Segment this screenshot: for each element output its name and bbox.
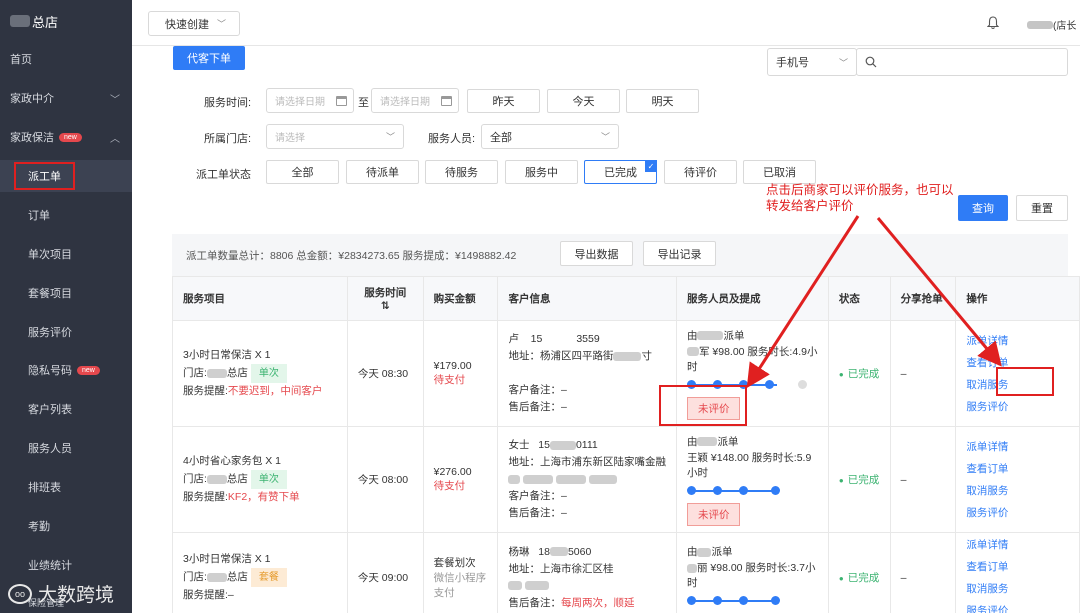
chevron-up-icon: ︿ (110, 133, 120, 145)
sidebar-item-privacy-number[interactable]: 隐私号码 new (0, 359, 132, 381)
watermark-text: 大数跨境 (38, 585, 115, 606)
new-badge: new (59, 132, 82, 142)
sidebar: 总店 首页 家政中介 ﹀ 家政保洁 new ︿ 派工单 订单 单次项目 套餐项目 服务… (0, 0, 132, 613)
sidebar-item-performance[interactable]: 业绩统计 (0, 554, 132, 576)
user-role: (店长 (1053, 21, 1077, 32)
sidebar-item-staff[interactable]: 服务人员 (0, 437, 132, 459)
sidebar-item-home[interactable]: 首页 (0, 48, 132, 70)
annotation-arrows (746, 215, 1002, 389)
watermark-logo-icon: oo (8, 583, 32, 604)
content-panel: 代客下单 手机号 ﹀ 服务时间: 请选择日期 至 请选择日期 昨天 今天 明天 所… (132, 46, 1080, 613)
sidebar-item-dispatch[interactable]: 派工单 (0, 160, 132, 192)
chevron-down-icon: ﹀ (110, 94, 120, 106)
sidebar-item-attendance[interactable]: 考勤 (0, 515, 132, 537)
chevron-down-icon: ﹀ (217, 19, 227, 29)
sidebar-item-orders[interactable]: 订单 (0, 204, 132, 226)
sidebar-item-service-reviews[interactable]: 服务评价 (0, 321, 132, 343)
user-menu[interactable]: (店长 (1027, 17, 1076, 32)
topbar: 快速创建 ﹀ (店长 (132, 0, 1080, 46)
sidebar-item-dispatch-label: 派工单 (14, 162, 75, 190)
blurred-user-name (1027, 20, 1053, 29)
sidebar-item-cleaning[interactable]: 家政保洁 new ︿ (0, 126, 132, 148)
store-brand[interactable]: 总店 (0, 0, 132, 42)
brand-label: 总店 (32, 14, 59, 30)
sidebar-item-single-projects[interactable]: 单次项目 (0, 243, 132, 265)
blurred-store-name (10, 15, 30, 27)
sidebar-item-schedule[interactable]: 排班表 (0, 476, 132, 498)
sidebar-item-customers[interactable]: 客户列表 (0, 398, 132, 420)
sidebar-item-package-projects[interactable]: 套餐项目 (0, 282, 132, 304)
new-badge: new (77, 365, 100, 375)
watermark: oo 大数跨境 (8, 580, 114, 607)
sidebar-item-agency[interactable]: 家政中介 ﹀ (0, 87, 132, 109)
quick-create-dropdown[interactable]: 快速创建 ﹀ (148, 11, 240, 36)
bell-icon[interactable] (987, 16, 999, 30)
